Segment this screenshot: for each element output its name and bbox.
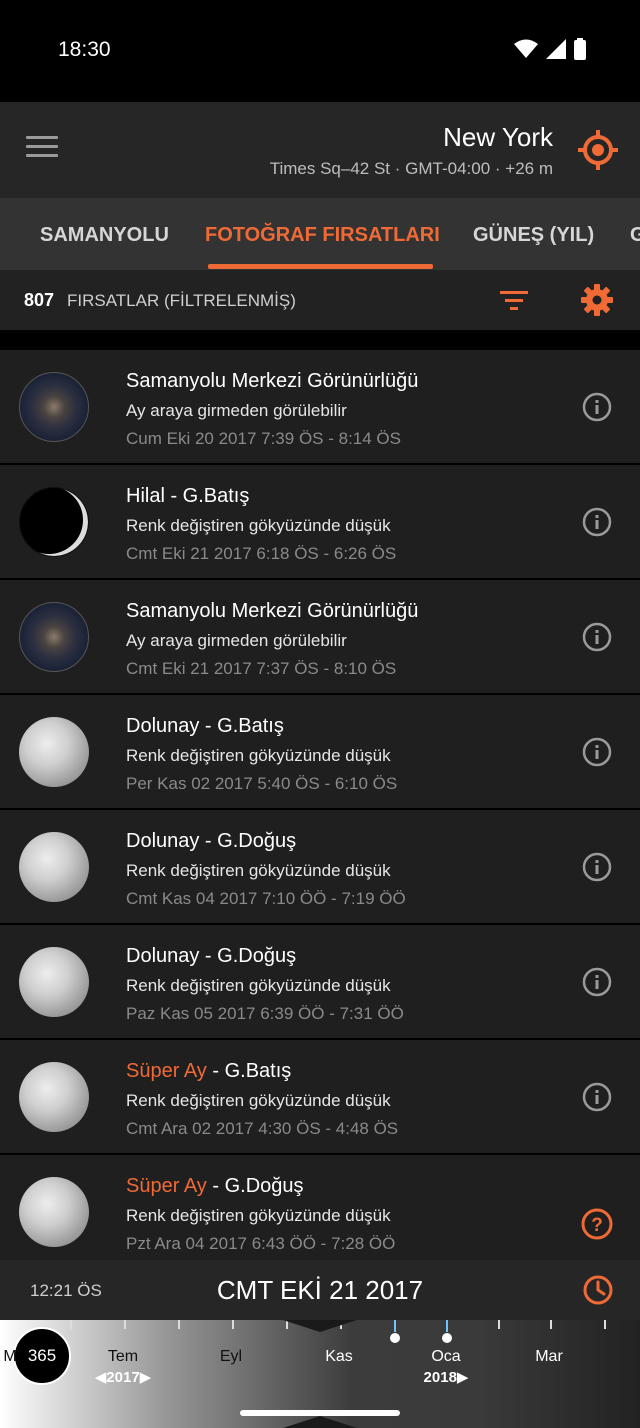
list-item[interactable]: Süper Ay - G.Batış Renk değiştiren gökyü… — [0, 1040, 640, 1153]
timeline-scrubber[interactable]: 365 M Tem ◀2017▶ Eyl Kas Oca 2018▶ Mar — [0, 1320, 640, 1428]
info-icon[interactable] — [582, 737, 612, 767]
item-time: Paz Kas 05 2017 6:39 ÖÖ - 7:31 ÖÖ — [126, 1004, 404, 1023]
filter-bar: 807 FIRSATLAR (FİLTRELENMİŞ) — [0, 270, 640, 330]
info-icon[interactable] — [582, 622, 612, 652]
full-moon-icon — [19, 717, 89, 787]
tab-milky-way[interactable]: SAMANYOLU — [40, 198, 169, 270]
full-moon-icon — [19, 947, 89, 1017]
item-title: Süper Ay - G.Doğuş — [126, 1175, 304, 1197]
clock-icon[interactable] — [582, 1274, 614, 1306]
help-icon[interactable]: ? — [581, 1208, 613, 1240]
item-subtitle: Ay araya girmeden görülebilir — [126, 631, 347, 650]
item-subtitle: Renk değiştiren gökyüzünde düşük — [126, 516, 391, 535]
timeline-marker-bottom-icon — [283, 1416, 357, 1428]
menu-icon[interactable] — [26, 136, 58, 162]
opportunity-count-label: FIRSATLAR (FİLTRELENMİŞ) — [67, 291, 296, 310]
item-subtitle: Renk değiştiren gökyüzünde düşük — [126, 976, 391, 995]
item-time: Cmt Eki 21 2017 6:18 ÖS - 6:26 ÖS — [126, 544, 397, 563]
timeline-year[interactable]: ◀2017▶ — [83, 1368, 163, 1386]
timeline-month[interactable]: M — [0, 1348, 20, 1366]
current-date[interactable]: CMT EKİ 21 2017 — [0, 1275, 640, 1306]
wifi-icon — [514, 39, 538, 58]
item-title: Dolunay - G.Batış — [126, 715, 284, 737]
list-item[interactable]: Hilal - G.Batış Renk değiştiren gökyüzün… — [0, 465, 640, 578]
event-marker-icon — [390, 1333, 400, 1343]
crescent-moon-icon — [19, 487, 89, 557]
item-time: Cmt Ara 02 2017 4:30 ÖS - 4:48 ÖS — [126, 1119, 399, 1138]
item-time: Cum Eki 20 2017 7:39 ÖS - 8:14 ÖS — [126, 429, 401, 448]
info-icon[interactable] — [582, 1082, 612, 1112]
status-icons — [514, 38, 586, 60]
status-bar: 18:30 — [0, 0, 640, 102]
battery-icon — [574, 38, 586, 60]
timeline-marker-icon — [283, 1320, 357, 1332]
tab-sun-year[interactable]: GÜNEŞ (YIL) — [473, 198, 594, 270]
filter-icon[interactable] — [500, 290, 528, 312]
list-item[interactable]: Samanyolu Merkezi Görünürlüğü Ay araya g… — [0, 350, 640, 463]
milky-way-icon — [19, 602, 89, 672]
item-title: Hilal - G.Batış — [126, 485, 250, 507]
timeline-month[interactable]: Oca — [416, 1348, 476, 1366]
location-title[interactable]: New York — [443, 122, 553, 153]
signal-icon — [546, 39, 566, 59]
list-item[interactable]: Dolunay - G.Doğuş Renk değiştiren gökyüz… — [0, 925, 640, 1038]
info-icon[interactable] — [582, 967, 612, 997]
item-title: Süper Ay - G.Batış — [126, 1060, 292, 1082]
item-subtitle: Renk değiştiren gökyüzünde düşük — [126, 746, 391, 765]
item-title: Samanyolu Merkezi Görünürlüğü — [126, 370, 419, 392]
info-icon[interactable] — [582, 507, 612, 537]
opportunity-list: Samanyolu Merkezi Görünürlüğü Ay araya g… — [0, 346, 640, 1260]
tab-photo-opportunities[interactable]: FOTOĞRAF FIRSATLARI — [205, 198, 440, 270]
home-indicator[interactable] — [240, 1410, 400, 1416]
timeline-month[interactable]: Mar — [519, 1348, 579, 1366]
event-marker-icon — [442, 1333, 452, 1343]
timeline-month[interactable]: Tem — [93, 1348, 153, 1366]
list-item[interactable]: Süper Ay - G.Doğuş Renk değiştiren gökyü… — [0, 1155, 640, 1260]
item-time: Cmt Eki 21 2017 7:37 ÖS - 8:10 ÖS — [126, 659, 397, 678]
full-moon-icon — [19, 1177, 89, 1247]
active-tab-indicator — [208, 264, 433, 269]
locate-icon[interactable] — [578, 130, 618, 170]
timeline-year[interactable]: 2018▶ — [406, 1368, 486, 1386]
gear-icon[interactable] — [580, 283, 614, 317]
full-moon-icon — [19, 832, 89, 902]
list-item[interactable]: Samanyolu Merkezi Görünürlüğü Ay araya g… — [0, 580, 640, 693]
item-title: Dolunay - G.Doğuş — [126, 945, 297, 967]
item-time: Per Kas 02 2017 5:40 ÖS - 6:10 ÖS — [126, 774, 398, 793]
timeline-month[interactable]: Kas — [309, 1348, 369, 1366]
item-time: Pzt Ara 04 2017 6:43 ÖÖ - 7:28 ÖÖ — [126, 1234, 396, 1253]
svg-text:?: ? — [591, 1215, 603, 1236]
item-subtitle: Renk değiştiren gökyüzünde düşük — [126, 1206, 391, 1225]
item-time: Cmt Kas 04 2017 7:10 ÖÖ - 7:19 ÖÖ — [126, 889, 406, 908]
list-item[interactable]: Dolunay - G.Batış Renk değiştiren gökyüz… — [0, 695, 640, 808]
timeline-month[interactable]: Eyl — [201, 1348, 261, 1366]
status-time: 18:30 — [58, 38, 111, 61]
item-subtitle: Renk değiştiren gökyüzünde düşük — [126, 861, 391, 880]
milky-way-icon — [19, 372, 89, 442]
full-moon-icon — [19, 1062, 89, 1132]
item-title: Dolunay - G.Doğuş — [126, 830, 297, 852]
tab-next[interactable]: G — [630, 198, 640, 270]
tab-bar: SAMANYOLU FOTOĞRAF FIRSATLARI GÜNEŞ (YIL… — [0, 198, 640, 270]
location-subtitle[interactable]: Times Sq–42 St · GMT-04:00 · +26 m — [270, 159, 553, 179]
days-365-button[interactable]: 365 — [13, 1327, 71, 1385]
item-subtitle: Ay araya girmeden görülebilir — [126, 401, 347, 420]
item-subtitle: Renk değiştiren gökyüzünde düşük — [126, 1091, 391, 1110]
item-title: Samanyolu Merkezi Görünürlüğü — [126, 600, 419, 622]
list-item[interactable]: Dolunay - G.Doğuş Renk değiştiren gökyüz… — [0, 810, 640, 923]
info-icon[interactable] — [582, 852, 612, 882]
opportunity-count: 807 — [24, 290, 55, 310]
date-bar: 12:21 ÖS CMT EKİ 21 2017 — [0, 1260, 640, 1320]
info-icon[interactable] — [582, 392, 612, 422]
app-header: New York Times Sq–42 St · GMT-04:00 · +2… — [0, 102, 640, 198]
